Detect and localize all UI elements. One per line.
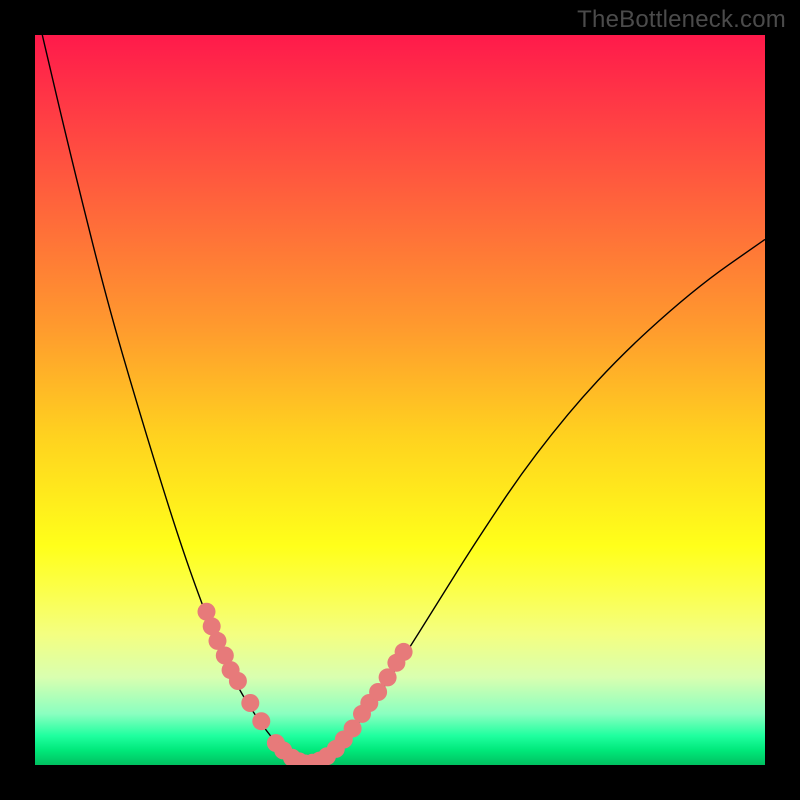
attribution-label: TheBottleneck.com <box>577 6 786 34</box>
curve-layer <box>35 35 765 765</box>
highlight-dot <box>229 672 247 690</box>
highlight-dot <box>395 643 413 661</box>
highlight-dot <box>241 694 259 712</box>
highlight-dots <box>198 603 413 765</box>
chart-frame: TheBottleneck.com <box>0 0 800 800</box>
plot-area <box>35 35 765 765</box>
highlight-dot <box>252 712 270 730</box>
